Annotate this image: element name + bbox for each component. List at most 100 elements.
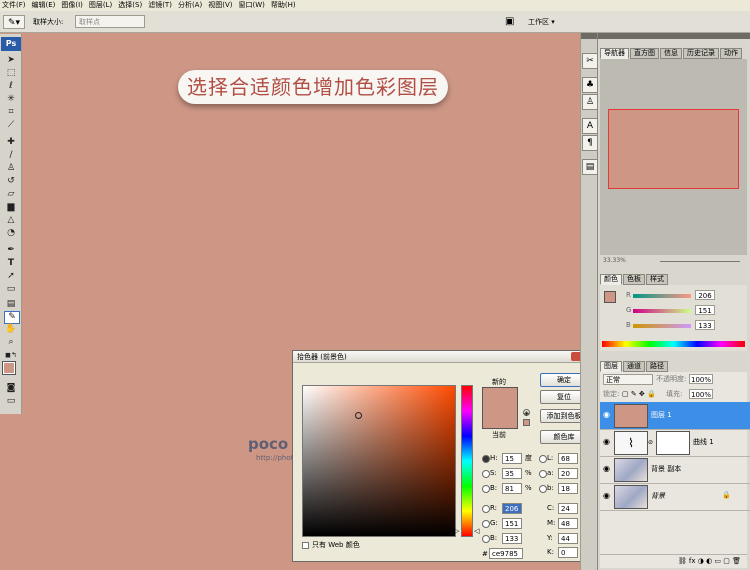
- color-spectrum-ramp[interactable]: [602, 341, 745, 347]
- eraser-tool-icon[interactable]: ▱: [4, 189, 18, 200]
- paragraph-icon[interactable]: ¶: [582, 135, 598, 151]
- tab-styles[interactable]: 样式: [646, 274, 668, 285]
- tab-color[interactable]: 颜色: [600, 274, 622, 285]
- color-g-value[interactable]: 151: [695, 305, 715, 315]
- tab-actions[interactable]: 动作: [720, 48, 742, 59]
- saturation-brightness-field[interactable]: [302, 385, 456, 537]
- hand-tool-icon[interactable]: ✋: [4, 324, 18, 335]
- tab-channels[interactable]: 通道: [623, 361, 645, 372]
- l-radio[interactable]: [539, 455, 547, 463]
- color-b-value[interactable]: 133: [695, 320, 715, 330]
- menu-help[interactable]: 帮助(H): [269, 0, 300, 11]
- clone-stamp-tool-icon[interactable]: ♙: [4, 163, 18, 174]
- opacity-field[interactable]: 100%: [689, 374, 713, 384]
- hue-slider-left-arrow-icon[interactable]: ▷: [454, 527, 459, 535]
- eye-icon[interactable]: ◉: [603, 465, 611, 473]
- lb-radio[interactable]: [539, 485, 547, 493]
- k-field[interactable]: 0: [558, 547, 578, 558]
- layer-row[interactable]: ◉ 图层 1: [600, 402, 750, 430]
- eyedropper-preset-icon[interactable]: ✎▾: [3, 15, 25, 29]
- bb-radio[interactable]: [482, 535, 490, 543]
- blend-mode-select[interactable]: 正常: [603, 374, 653, 385]
- workspace-menu[interactable]: 工作区 ▾: [528, 16, 555, 28]
- m-field[interactable]: 48: [558, 518, 578, 529]
- magic-wand-tool-icon[interactable]: ✳: [4, 94, 18, 105]
- sample-size-select[interactable]: 取样点: [75, 15, 145, 28]
- color-picker-cursor[interactable]: [355, 412, 362, 419]
- menu-file[interactable]: 文件(F): [0, 0, 30, 11]
- color-panel-foreground-swatch[interactable]: [604, 291, 616, 303]
- crop-tool-icon[interactable]: ⌗: [4, 107, 18, 118]
- tab-paths[interactable]: 路径: [646, 361, 668, 372]
- a-radio[interactable]: [539, 470, 547, 478]
- lb-field[interactable]: 18: [558, 483, 578, 494]
- eye-icon[interactable]: ◉: [603, 492, 611, 500]
- move-tool-icon[interactable]: ➤: [4, 55, 18, 66]
- lock-icons[interactable]: ▢ ✎ ✥ 🔒: [622, 389, 656, 400]
- clone-source-icon[interactable]: ♙: [582, 94, 598, 110]
- g-field[interactable]: 151: [502, 518, 522, 529]
- layer-name[interactable]: 图层 1: [651, 410, 672, 420]
- character-icon[interactable]: A: [582, 118, 598, 134]
- menu-layer[interactable]: 图层(L): [87, 0, 116, 11]
- color-r-slider[interactable]: [633, 294, 691, 298]
- l-field[interactable]: 68: [558, 453, 578, 464]
- web-only-checkbox[interactable]: [302, 542, 309, 549]
- tab-histogram[interactable]: 直方图: [630, 48, 659, 59]
- eye-icon[interactable]: ◉: [603, 438, 611, 446]
- tab-layers[interactable]: 图层: [600, 361, 622, 372]
- a-field[interactable]: 20: [558, 468, 578, 479]
- foreground-color-swatch[interactable]: [2, 361, 16, 375]
- color-b-slider[interactable]: [633, 324, 691, 328]
- mask-link-icon[interactable]: ⊘: [648, 439, 653, 446]
- eye-icon[interactable]: ◉: [603, 411, 611, 419]
- dodge-tool-icon[interactable]: ◔: [4, 228, 18, 239]
- menu-select[interactable]: 选择(S): [116, 0, 146, 11]
- marquee-tool-icon[interactable]: ⬚: [4, 68, 18, 79]
- tab-swatches[interactable]: 色板: [623, 274, 645, 285]
- r-radio[interactable]: [482, 505, 490, 513]
- brush-tool-icon[interactable]: ∕: [4, 150, 18, 161]
- tab-history[interactable]: 历史记录: [683, 48, 719, 59]
- h-field[interactable]: 15: [502, 453, 522, 464]
- menu-analysis[interactable]: 分析(A): [176, 0, 206, 11]
- quick-mask-icon[interactable]: ◙: [4, 383, 18, 394]
- blur-tool-icon[interactable]: △: [4, 215, 18, 226]
- y-field[interactable]: 44: [558, 533, 578, 544]
- menu-view[interactable]: 视图(V): [206, 0, 236, 11]
- path-selection-tool-icon[interactable]: ➚: [4, 271, 18, 282]
- tab-info[interactable]: 信息: [660, 48, 682, 59]
- menu-edit[interactable]: 编辑(E): [30, 0, 60, 11]
- color-g-slider[interactable]: [633, 309, 691, 313]
- bridge-icon[interactable]: ▣: [505, 15, 519, 29]
- layer-name[interactable]: 背景 副本: [651, 464, 681, 474]
- notes-tool-icon[interactable]: ▤: [4, 299, 18, 310]
- navigator-zoom-value[interactable]: 33.33%: [603, 256, 626, 266]
- s-field[interactable]: 35: [502, 468, 522, 479]
- brushes-icon[interactable]: ♣: [582, 77, 598, 93]
- menu-image[interactable]: 图像(I): [59, 0, 87, 11]
- layer-row[interactable]: ◉ ⌇ ⊘ 曲线 1: [600, 429, 750, 457]
- gradient-tool-icon[interactable]: ▆: [4, 202, 18, 213]
- pen-tool-icon[interactable]: ✒: [4, 245, 18, 256]
- slice-tool-icon[interactable]: ⟋: [4, 120, 18, 131]
- hex-field[interactable]: ce9785: [489, 548, 523, 559]
- eyedropper-tool-icon[interactable]: ✎: [4, 311, 20, 324]
- menu-window[interactable]: 窗口(W): [236, 0, 268, 11]
- b-field[interactable]: 81: [502, 483, 522, 494]
- c-field[interactable]: 24: [558, 503, 578, 514]
- zoom-tool-icon[interactable]: ⌕: [4, 337, 18, 348]
- tool-presets-icon[interactable]: ✂: [582, 53, 598, 69]
- hue-slider-right-arrow-icon[interactable]: ◁: [474, 527, 479, 535]
- layer-row[interactable]: ◉ 背景 🔒: [600, 483, 750, 511]
- fill-field[interactable]: 100%: [689, 389, 713, 399]
- layer-row[interactable]: ◉ 背景 副本: [600, 456, 750, 484]
- tab-navigator[interactable]: 导航器: [600, 48, 629, 59]
- type-tool-icon[interactable]: T: [4, 258, 18, 269]
- r-field[interactable]: 206: [502, 503, 522, 514]
- s-radio[interactable]: [482, 470, 490, 478]
- g-radio[interactable]: [482, 520, 490, 528]
- layer-name[interactable]: 背景: [651, 491, 665, 501]
- layers-footer-icons[interactable]: ⛓ fx ◑ ◐ ▭ ▢ 🗑: [600, 554, 747, 566]
- lasso-tool-icon[interactable]: ℓ: [4, 81, 18, 92]
